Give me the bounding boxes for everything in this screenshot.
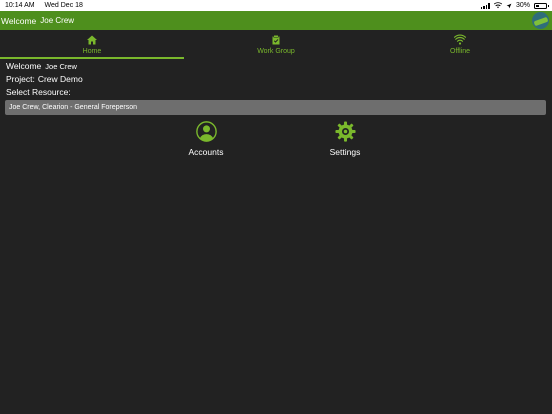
welcome-label: Welcome (6, 61, 42, 71)
project-value: Crew Demo (37, 74, 83, 84)
home-icon (87, 35, 97, 45)
app-header: Welcome Joe Crew (0, 11, 552, 30)
tab-offline-label: Offline (449, 48, 471, 55)
user-icon (195, 121, 217, 142)
cellular-signal-icon (480, 2, 490, 9)
welcome-row: Welcome Joe Crew (6, 60, 83, 73)
gear-icon (334, 121, 356, 142)
wifi-icon (454, 34, 466, 45)
tab-offline[interactable]: Offline (368, 30, 552, 60)
header-user-name: Joe Crew (40, 16, 75, 25)
tab-home[interactable]: Home (0, 30, 184, 60)
resource-select[interactable]: Joe Crew, Clearion - General Foreperson (5, 100, 546, 115)
welcome-user-name: Joe Crew (45, 62, 77, 71)
settings-button[interactable]: Settings (305, 121, 385, 157)
company-logo-icon[interactable] (532, 12, 549, 29)
project-label: Project: (6, 74, 35, 84)
user-info: Welcome Joe Crew Project: Crew Demo Select… (6, 60, 83, 99)
status-bar: 10:14 AM Wed Dec 18 30% (0, 0, 552, 11)
project-row: Project: Crew Demo (6, 73, 83, 86)
tab-home-label: Home (82, 48, 102, 55)
accounts-button[interactable]: Accounts (166, 121, 246, 157)
clipboard-icon (272, 35, 280, 45)
tab-work-group-label: Work Group (257, 48, 295, 55)
tab-bar: Home Work Group Offline (0, 30, 552, 60)
wifi-status-icon (493, 2, 502, 9)
tab-work-group[interactable]: Work Group (184, 30, 368, 60)
settings-label: Settings (329, 147, 361, 157)
status-date: Wed Dec 18 (44, 2, 83, 9)
accounts-label: Accounts (188, 147, 224, 157)
status-time: 10:14 AM (5, 2, 35, 9)
battery-icon (534, 2, 549, 9)
select-resource-label: Select Resource: (6, 87, 71, 97)
header-welcome: Welcome (1, 15, 37, 26)
location-arrow-icon (506, 3, 512, 8)
battery-percent: 30% (515, 2, 530, 9)
